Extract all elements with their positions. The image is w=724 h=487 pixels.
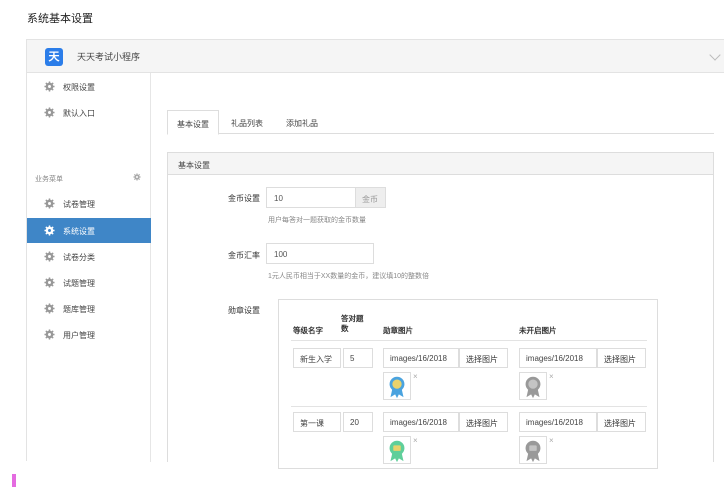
sidebar-section-label: 业务菜单 [35,176,63,183]
settings-panel: 基本设置 金币设置 10 金币 用户每答对一题获取的金币数量 金币汇率 100 … [167,152,714,469]
gear-icon [44,277,55,288]
app-frame: 天 天天考试小程序 权限设置 默认入口 业务菜单 试卷管理 系统设置 试卷分类 [26,39,724,469]
header-badge-image: 勋章图片 [383,326,413,335]
remove-badge-icon[interactable]: × [413,436,418,445]
gear-icon[interactable] [133,173,141,181]
sidebar-item-label: 试卷管理 [63,200,95,209]
sidebar-item-label: 默认入口 [63,109,95,118]
coin-unit-addon: 金币 [356,187,386,208]
chevron-down-icon[interactable] [709,49,721,61]
correct-count-input[interactable]: 20 [343,412,373,432]
sidebar-item-permissions[interactable]: 权限设置 [27,74,151,99]
locked-image-input[interactable]: images/16/2018 [519,348,597,368]
gear-icon [44,225,55,236]
badge-locked-icon [525,376,541,399]
badge-icon [389,440,405,463]
gear-icon [44,107,55,118]
header-divider [291,340,647,341]
rate-input[interactable]: 100 [266,243,374,264]
header-locked-image: 未开启图片 [519,326,557,335]
sidebar-item-label: 试卷分类 [63,253,95,262]
panel-header: 基本设置 [168,153,713,175]
badge-image-input[interactable]: images/16/2018 [383,348,459,368]
badge-locked-icon [525,440,541,463]
sidebar-item-user-manage[interactable]: 用户管理 [27,322,151,347]
row-divider [291,406,647,407]
remove-badge-icon[interactable]: × [413,372,418,381]
level-name-input[interactable]: 第一课 [293,412,341,432]
rate-label: 金币汇率 [228,251,260,260]
levels-table: 等级名字 答对题数 勋章图片 未开启图片 新生入学 5 images/16/20… [278,299,658,469]
tab-bar: 基本设置 礼品列表 添加礼品 [167,110,714,135]
sidebar-item-default-entry[interactable]: 默认入口 [27,100,151,125]
tab-gift-list[interactable]: 礼品列表 [221,110,273,134]
gear-icon [44,303,55,314]
levels-label: 勋章设置 [228,306,260,315]
page-title: 系统基本设置 [27,13,93,25]
locked-thumbnail [519,372,547,400]
gear-icon [44,251,55,262]
sidebar-item-label: 系统设置 [63,227,95,236]
tab-basic-settings[interactable]: 基本设置 [167,110,219,135]
badge-thumbnail [383,372,411,400]
sidebar-item-exam-category[interactable]: 试卷分类 [27,244,151,269]
badge-thumbnail [383,436,411,464]
panel-title: 基本设置 [178,161,210,170]
header-correct-count: 答对题数 [341,314,364,333]
header-level-name: 等级名字 [293,326,323,335]
correct-count-input[interactable]: 5 [343,348,373,368]
app-logo: 天 [45,48,63,66]
sidebar-item-exam-manage[interactable]: 试卷管理 [27,191,151,216]
badge-image-input[interactable]: images/16/2018 [383,412,459,432]
sidebar-item-label: 试题管理 [63,279,95,288]
remove-locked-icon[interactable]: × [549,372,554,381]
coin-input[interactable]: 10 [266,187,356,208]
coin-label: 金币设置 [228,194,260,203]
tab-add-gift[interactable]: 添加礼品 [275,110,329,134]
rate-help-text: 1元人民币相当于XX数量的金币，建议填10的整数倍 [268,273,430,280]
select-locked-image-button[interactable]: 选择图片 [597,412,646,432]
select-locked-image-button[interactable]: 选择图片 [597,348,646,368]
select-badge-image-button[interactable]: 选择图片 [459,412,508,432]
locked-image-input[interactable]: images/16/2018 [519,412,597,432]
app-name: 天天考试小程序 [77,52,141,62]
sidebar-item-label: 用户管理 [63,331,95,340]
main-content: 基本设置 礼品列表 添加礼品 基本设置 金币设置 10 金币 用户每答对一题获取… [167,73,724,469]
badge-icon [389,376,405,399]
select-badge-image-button[interactable]: 选择图片 [459,348,508,368]
gear-icon [44,198,55,209]
coin-help-text: 用户每答对一题获取的金币数量 [268,217,366,224]
sidebar: 权限设置 默认入口 业务菜单 试卷管理 系统设置 试卷分类 试题管理 题库管理 [27,73,151,462]
gear-icon [44,329,55,340]
accent-marker [12,474,16,487]
app-header[interactable]: 天 天天考试小程序 [27,40,724,73]
sidebar-item-label: 权限设置 [63,83,95,92]
sidebar-item-question-manage[interactable]: 试题管理 [27,270,151,295]
locked-thumbnail [519,436,547,464]
sidebar-item-system-settings[interactable]: 系统设置 [27,218,151,243]
sidebar-item-label: 题库管理 [63,305,95,314]
level-name-input[interactable]: 新生入学 [293,348,341,368]
gear-icon [44,81,55,92]
remove-locked-icon[interactable]: × [549,436,554,445]
sidebar-item-bank-manage[interactable]: 题库管理 [27,296,151,321]
